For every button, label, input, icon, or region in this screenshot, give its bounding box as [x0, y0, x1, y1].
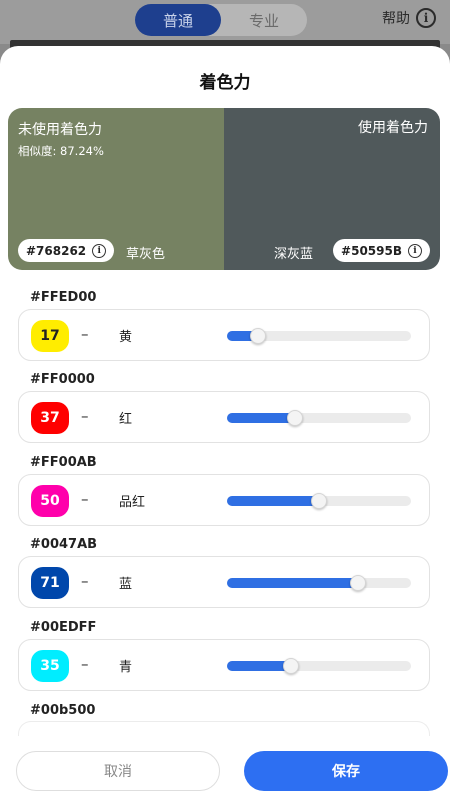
slider-handle[interactable] [311, 493, 327, 509]
tinted-color-name: 深灰蓝 [274, 247, 314, 262]
tab-professional[interactable]: 专业 [221, 4, 307, 36]
slider-fill [227, 496, 319, 506]
original-color-swatch: 未使用着色力 相似度: 87.24% #768262 i 草灰色 [8, 108, 224, 270]
slider-fill [227, 578, 358, 588]
info-icon: i [92, 243, 107, 258]
ink-row: 37 – 红 [18, 391, 430, 443]
slider-fill [227, 661, 292, 671]
ink-strength-badge[interactable]: 17 [31, 320, 69, 352]
ink-strength-badge[interactable]: 37 [31, 402, 69, 434]
tinted-hex-value: #50595B [341, 243, 402, 258]
ink-row: 50 – 品红 [18, 474, 430, 526]
slider-handle[interactable] [283, 658, 300, 674]
ink-hex-label: #0047AB [30, 537, 98, 552]
ink-strength-badge[interactable]: 50 [31, 485, 69, 517]
decrease-button[interactable]: – [81, 655, 89, 673]
ink-hex-label: #FF0000 [30, 372, 95, 387]
tinting-strength-sheet: 着色力 未使用着色力 相似度: 87.24% #768262 i 草灰色 使用着… [0, 46, 450, 800]
strength-slider[interactable] [227, 658, 411, 674]
tab-normal[interactable]: 普通 [135, 4, 221, 36]
decrease-button[interactable]: – [81, 407, 89, 425]
ink-hex-label: #00EDFF [30, 620, 97, 635]
ink-name: 黄 [119, 330, 133, 345]
decrease-button[interactable]: – [81, 325, 89, 343]
help-button[interactable]: 帮助 i [382, 8, 436, 28]
ink-name: 蓝 [119, 577, 133, 592]
strength-slider[interactable] [227, 575, 411, 591]
slider-handle[interactable] [250, 328, 267, 344]
info-icon: i [408, 243, 422, 258]
decrease-button[interactable]: – [81, 572, 89, 590]
original-label: 未使用着色力 [18, 122, 102, 138]
ink-hex-label: #FFED00 [30, 290, 97, 305]
ink-name: 品红 [119, 495, 146, 510]
decrease-button[interactable]: – [81, 490, 89, 508]
ink-strength-badge[interactable]: 35 [31, 650, 69, 682]
ink-strength-badge[interactable]: 71 [31, 567, 69, 599]
tinted-label: 使用着色力 [358, 120, 428, 136]
original-color-name: 草灰色 [126, 247, 166, 262]
tinted-hex-chip[interactable]: #50595B i [333, 239, 430, 262]
cancel-button[interactable]: 取消 [16, 751, 220, 791]
slider-fill [227, 413, 296, 423]
sheet-title: 着色力 [199, 73, 251, 93]
ink-name: 青 [119, 660, 133, 675]
ink-hex-label: #FF00AB [30, 455, 97, 470]
top-bar: 普通 专业 帮助 i [0, 0, 450, 44]
strength-slider[interactable] [227, 328, 411, 344]
ink-row: 35 – 青 [18, 639, 430, 691]
ink-row: 17 – 黄 [18, 309, 430, 361]
ink-hex-label: #00b500 [30, 703, 96, 718]
save-button[interactable]: 保存 [244, 751, 448, 791]
strength-slider[interactable] [227, 493, 411, 509]
similarity-text: 相似度: 87.24% [18, 144, 104, 158]
tinted-color-swatch: 使用着色力 深灰蓝 #50595B i [224, 108, 440, 270]
help-label: 帮助 [382, 11, 410, 27]
slider-handle[interactable] [349, 575, 366, 591]
info-icon: i [416, 8, 436, 28]
ink-row: 71 – 蓝 [18, 556, 430, 608]
mode-segmented-control: 普通 专业 [135, 4, 307, 36]
original-hex-value: #768262 [26, 243, 87, 258]
original-hex-chip[interactable]: #768262 i [18, 239, 115, 262]
color-comparison-panel: 未使用着色力 相似度: 87.24% #768262 i 草灰色 使用着色力 深… [8, 108, 440, 270]
strength-slider[interactable] [227, 410, 411, 426]
ink-name: 红 [119, 412, 133, 427]
slider-handle[interactable] [287, 410, 304, 426]
